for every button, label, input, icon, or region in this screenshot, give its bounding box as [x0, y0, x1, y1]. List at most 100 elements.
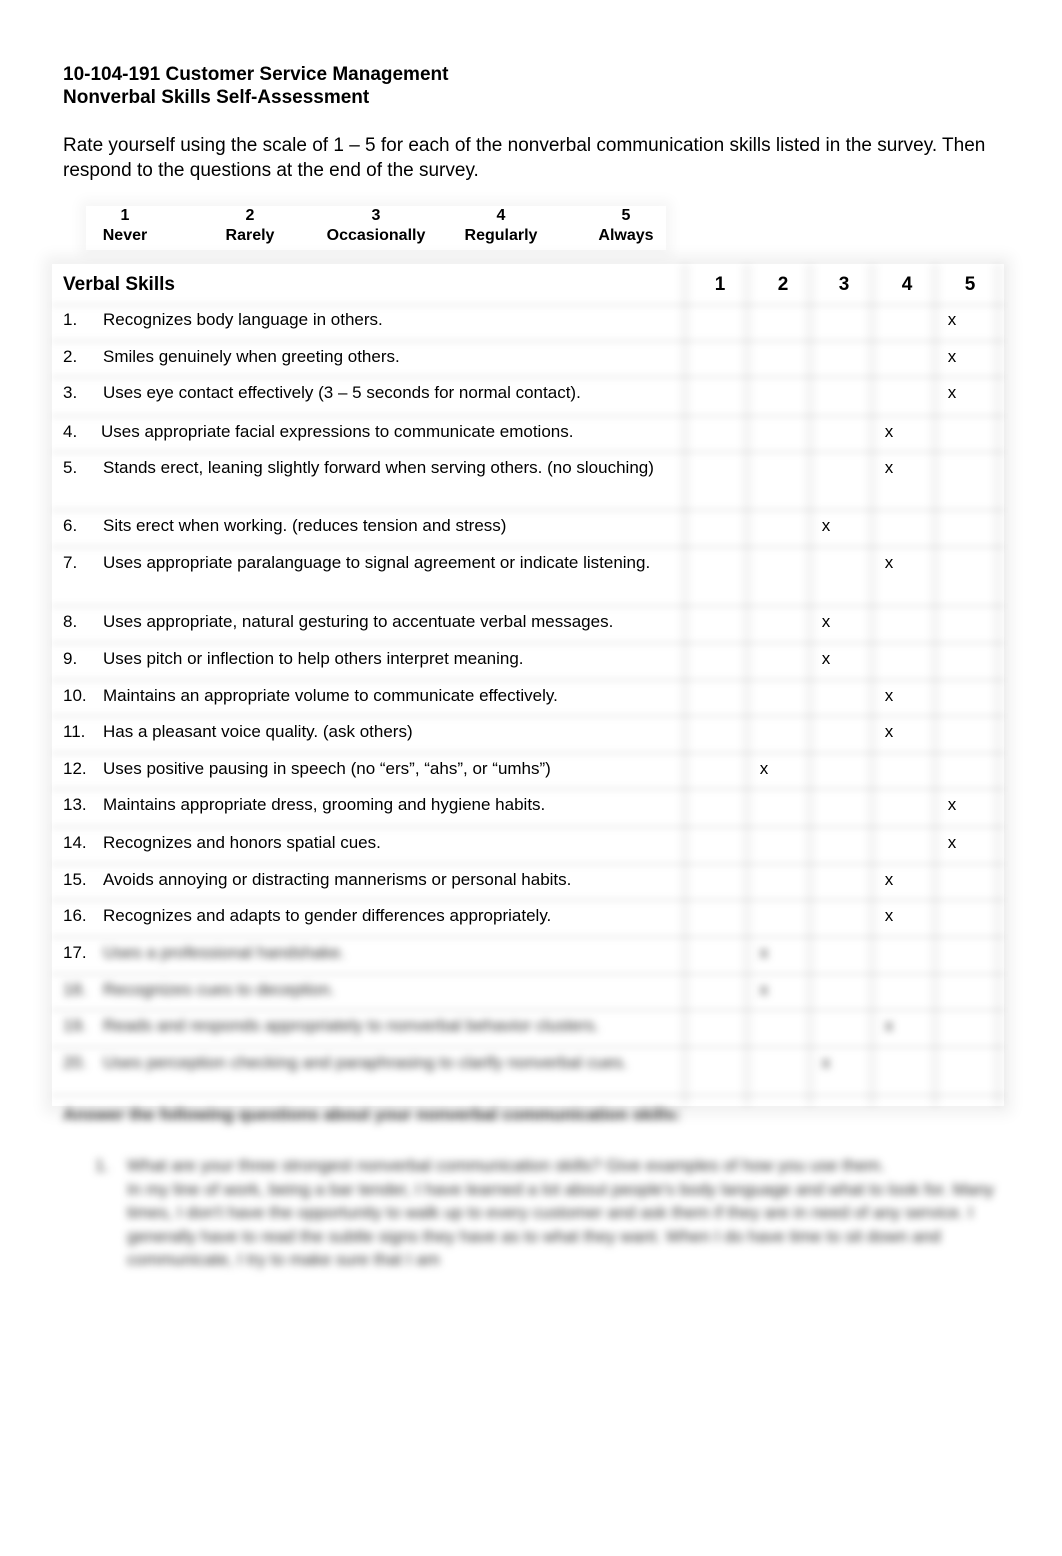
table-row: 10. Maintains an appropriate volume to co… — [63, 685, 683, 707]
questions-heading: Answer the following questions about you… — [63, 1105, 681, 1124]
instructions: Rate yourself using the scale of 1 – 5 f… — [63, 135, 986, 181]
table-row: 16. Recognizes and adapts to gender diffe… — [63, 905, 683, 927]
table-row: 5. Stands erect, leaning slightly forward… — [63, 457, 683, 479]
grid-line — [52, 971, 1004, 977]
scale-item: 4 Regularly — [436, 206, 566, 246]
table-row: 15. Avoids annoying or distracting manner… — [63, 869, 683, 891]
rating-mark: x — [947, 383, 957, 402]
item-number: 2. — [63, 347, 78, 366]
item-number: 10. — [63, 686, 87, 705]
rating-mark: x — [821, 649, 831, 668]
table-row: 4. Uses appropriate facial expressions to… — [63, 421, 683, 443]
item-text: Maintains an appropriate volume to commu… — [103, 686, 558, 705]
item-number: 11. — [63, 722, 86, 741]
item-number: 3. — [63, 383, 78, 402]
item-number: 16. — [63, 906, 87, 925]
item-text: Uses a professional handshake. — [103, 943, 345, 962]
item-text: Uses appropriate facial expressions to c… — [101, 422, 574, 441]
grid-line — [52, 338, 1004, 344]
rating-mark: x — [759, 980, 769, 999]
grid-line — [52, 544, 1004, 550]
scale-item: 5 Always — [561, 206, 691, 246]
item-number: 19. — [63, 1016, 87, 1035]
grid-line — [52, 934, 1004, 940]
grid-line — [52, 1007, 1004, 1013]
grid-line — [52, 603, 1004, 609]
scale-label: Rarely — [225, 227, 275, 244]
grid-line — [930, 264, 940, 1106]
item-number: 4. — [63, 422, 78, 441]
table-row: 13. Maintains appropriate dress, grooming… — [63, 794, 683, 816]
item-text: Has a pleasant voice quality. (ask other… — [103, 722, 413, 741]
table-row: 20. Uses perception checking and paraphra… — [63, 1052, 683, 1074]
table-row: 7. Uses appropriate paralanguage to signa… — [63, 552, 683, 574]
item-text: Recognizes body language in others. — [103, 310, 383, 329]
grid-line — [52, 861, 1004, 867]
rating-mark: x — [884, 458, 894, 477]
item-text: Uses eye contact effectively (3 – 5 seco… — [103, 383, 581, 402]
grid-line — [52, 374, 1004, 380]
column-header-5: 5 — [964, 274, 976, 295]
scale-item: 3 Occasionally — [311, 206, 441, 246]
assessment-title: Nonverbal Skills Self-Assessment — [63, 87, 370, 108]
grid-line — [993, 264, 1003, 1106]
table-row: 8. Uses appropriate, natural gesturing to… — [63, 611, 683, 633]
table-row: 17. Uses a professional handshake. — [63, 942, 683, 964]
item-text: Uses pitch or inflection to help others … — [103, 649, 524, 668]
item-number: 5. — [63, 458, 78, 477]
grid-line — [52, 413, 1004, 419]
scale-label: Never — [102, 227, 148, 244]
table-row: 3. Uses eye contact effectively (3 – 5 se… — [63, 382, 683, 404]
item-text: Avoids annoying or distracting mannerism… — [103, 870, 572, 889]
grid-line — [52, 677, 1004, 683]
table-row: 1. Recognizes body language in others. — [63, 309, 683, 331]
question-content: What are your three strongest nonverbal … — [127, 1154, 1002, 1272]
column-header-3: 3 — [838, 274, 850, 295]
document-title: 10-104-191 Customer Service Management N… — [63, 63, 448, 109]
item-text: Stands erect, leaning slightly forward w… — [103, 458, 654, 477]
grid-line — [867, 264, 877, 1106]
scale-value: 2 — [245, 207, 255, 224]
grid-line — [52, 640, 1004, 646]
table-row: 11. Has a pleasant voice quality. (ask ot… — [63, 721, 683, 743]
item-text: Uses appropriate paralanguage to signal … — [103, 553, 651, 572]
grid-line — [52, 1044, 1004, 1050]
item-text: Sits erect when working. (reduces tensio… — [103, 516, 507, 535]
item-number: 9. — [63, 649, 78, 668]
grid-line — [52, 824, 1004, 830]
rating-mark: x — [821, 516, 831, 535]
grid-line — [805, 264, 815, 1106]
table-row: 14. Recognizes and honors spatial cues. — [63, 832, 683, 854]
rating-mark: x — [884, 906, 894, 925]
column-header-4: 4 — [901, 274, 913, 295]
column-header-1: 1 — [714, 274, 726, 295]
column-header-2: 2 — [777, 274, 789, 295]
item-text: Uses appropriate, natural gesturing to a… — [103, 612, 614, 631]
item-number: 12. — [63, 759, 87, 778]
question-text: What are your three strongest nonverbal … — [127, 1156, 885, 1175]
rating-mark: x — [884, 686, 894, 705]
grid-line — [52, 786, 1004, 792]
grid-line — [52, 713, 1004, 719]
table-row: 9. Uses pitch or inflection to help other… — [63, 648, 683, 670]
item-text: Smiles genuinely when greeting others. — [103, 347, 400, 366]
table-row: 19. Reads and responds appropriately to n… — [63, 1015, 683, 1037]
grid-line — [52, 507, 1004, 513]
rating-mark: x — [884, 1016, 894, 1035]
scale-label: Occasionally — [326, 227, 426, 244]
scale-value: 3 — [371, 207, 381, 224]
rating-mark: x — [884, 870, 894, 889]
rating-scale-legend: 1 Never 2 Rarely 3 Occasionally 4 Regula… — [86, 206, 666, 250]
table-row: 2. Smiles genuinely when greeting others. — [63, 346, 683, 368]
scale-item: 2 Rarely — [185, 206, 315, 246]
item-text: Recognizes and adapts to gender differen… — [103, 906, 552, 925]
grid-line — [52, 1092, 1004, 1098]
table-row: 18. Recognizes cues to deception. — [63, 979, 683, 1001]
grid-line — [52, 302, 1004, 308]
item-text: Recognizes and honors spatial cues. — [103, 833, 381, 852]
rating-mark: x — [884, 722, 894, 741]
rating-mark: x — [884, 422, 894, 441]
rating-mark: x — [947, 795, 957, 814]
rating-mark: x — [947, 310, 957, 329]
item-number: 7. — [63, 553, 78, 572]
